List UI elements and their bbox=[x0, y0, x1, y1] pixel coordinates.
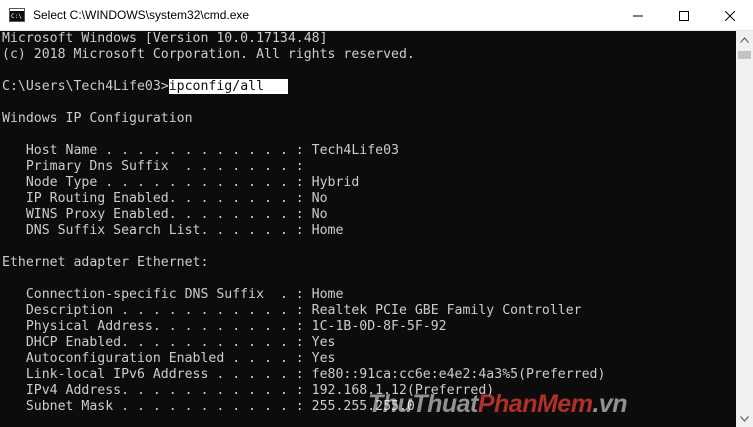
cmd-window: C:\ Select C:\WINDOWS\system32\cmd.exe M… bbox=[0, 0, 753, 427]
command-prompt-line: C:\Users\Tech4Life03>ipconfig/all bbox=[2, 79, 288, 95]
console-line: Autoconfiguration Enabled . . . . : Yes bbox=[2, 351, 336, 366]
console-line: WINS Proxy Enabled. . . . . . . . : No bbox=[2, 207, 328, 222]
console-line: Node Type . . . . . . . . . . . . : Hybr… bbox=[2, 175, 360, 190]
cmd-icon: C:\ bbox=[9, 8, 25, 22]
title-bar[interactable]: C:\ Select C:\WINDOWS\system32\cmd.exe bbox=[0, 0, 753, 31]
scroll-up-button[interactable] bbox=[736, 31, 753, 48]
console-line: Connection-specific DNS Suffix . : Home bbox=[2, 287, 344, 302]
close-icon bbox=[725, 10, 735, 21]
console-line: DHCP Enabled. . . . . . . . . . . : Yes bbox=[2, 335, 336, 350]
console-line: Description . . . . . . . . . . . : Real… bbox=[2, 303, 582, 318]
console-line: Windows IP Configuration bbox=[2, 111, 193, 126]
console-line: DNS Suffix Search List. . . . . . : Home bbox=[2, 223, 344, 238]
scroll-down-button[interactable] bbox=[736, 410, 753, 427]
watermark-part: ThuThuat bbox=[368, 390, 478, 418]
console-line: (c) 2018 Microsoft Corporation. All righ… bbox=[2, 47, 415, 62]
console-line: Primary Dns Suffix . . . . . . . : bbox=[2, 159, 304, 174]
prompt: C:\Users\Tech4Life03> bbox=[2, 79, 169, 94]
close-button[interactable] bbox=[707, 0, 753, 31]
console-line: Subnet Mask . . . . . . . . . . . : 255.… bbox=[2, 399, 415, 414]
vertical-scrollbar[interactable] bbox=[736, 31, 753, 427]
minimize-icon bbox=[633, 15, 643, 16]
watermark-logo: ThuThuatPhanMem.vn bbox=[368, 390, 628, 419]
watermark-part: .vn bbox=[592, 390, 628, 418]
scroll-thumb[interactable] bbox=[738, 51, 751, 59]
console-line: Link-local IPv6 Address . . . . . : fe80… bbox=[2, 367, 606, 382]
console-line: IP Routing Enabled. . . . . . . . : No bbox=[2, 191, 328, 206]
console-line: Microsoft Windows [Version 10.0.17134.48… bbox=[2, 31, 328, 46]
maximize-icon bbox=[679, 10, 689, 21]
chevron-up-icon bbox=[740, 36, 749, 43]
chevron-down-icon bbox=[740, 415, 749, 422]
maximize-button[interactable] bbox=[661, 0, 707, 31]
selected-command[interactable]: ipconfig/all bbox=[168, 79, 288, 94]
window-title: Select C:\WINDOWS\system32\cmd.exe bbox=[33, 8, 250, 22]
console-line: Ethernet adapter Ethernet: bbox=[2, 255, 209, 270]
console-line: Host Name . . . . . . . . . . . . : Tech… bbox=[2, 143, 399, 158]
minimize-button[interactable] bbox=[615, 0, 661, 31]
watermark-part: PhanMem bbox=[477, 390, 593, 418]
console-line: Physical Address. . . . . . . . . : 1C-1… bbox=[2, 319, 447, 334]
svg-text:C:\: C:\ bbox=[11, 13, 22, 20]
console-output[interactable]: Microsoft Windows [Version 10.0.17134.48… bbox=[0, 31, 736, 427]
